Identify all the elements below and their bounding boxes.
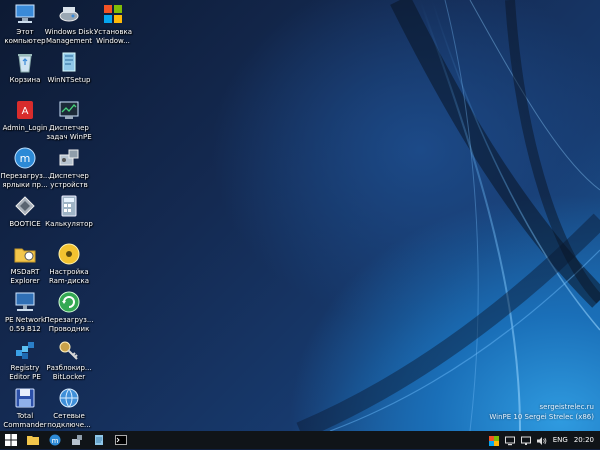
calculator-icon — [57, 194, 81, 218]
total-commander-icon — [13, 386, 37, 410]
taskbar: m ENG 20:20 — [0, 431, 600, 449]
taskbar-tools[interactable] — [66, 431, 88, 449]
desktop-icon-device-manager[interactable]: Диспетчер устройств — [44, 146, 94, 189]
desktop-icon-pe-network[interactable]: PE Network 0.59.B12 — [0, 290, 50, 333]
icon-label: Диспетчер устройств — [49, 172, 89, 189]
bitlocker-unlock-icon — [57, 338, 81, 362]
desktop-icon-ramdisk[interactable]: Настройка Ram-диска — [44, 242, 94, 285]
watermark-build: WinPE 10 Sergei Strelec (x86) — [489, 413, 594, 421]
desktop-icon-total-commander[interactable]: Total Commander — [0, 386, 50, 429]
icon-label: Перезагруз... ярлыки пр... — [0, 172, 50, 189]
taskbar-file-explorer[interactable] — [22, 431, 44, 449]
winntsetup-icon — [57, 50, 81, 74]
icon-label: Разблокир... BitLocker — [46, 364, 92, 381]
taskbar-reload-app[interactable]: m — [44, 431, 66, 449]
icon-label: Windows Disk Management — [44, 28, 94, 45]
device-manager-icon — [57, 146, 81, 170]
disk-management-icon — [57, 2, 81, 26]
file-explorer-icon — [27, 431, 39, 450]
restart-explorer-icon — [57, 290, 81, 314]
msdart-explorer-icon — [13, 242, 37, 266]
recycle-bin-icon — [13, 50, 37, 74]
reload-shortcuts-icon: m — [13, 146, 37, 170]
desktop-icon-registry-editor[interactable]: Registry Editor PE — [0, 338, 50, 381]
tray-color-app[interactable] — [486, 431, 502, 449]
icon-label: PE Network 0.59.B12 — [4, 316, 46, 333]
os-watermark: sergeistrelec.ru WinPE 10 Sergei Strelec… — [489, 402, 594, 422]
color-app-icon — [488, 431, 499, 450]
tools-icon — [71, 431, 83, 450]
task-manager-icon — [57, 98, 81, 122]
bootice-icon — [13, 194, 37, 218]
desktop-icon-disk-management[interactable]: Windows Disk Management — [44, 2, 94, 45]
svg-text:m: m — [20, 152, 31, 165]
reload-app-icon: m — [49, 431, 61, 450]
tray-monitor[interactable] — [502, 431, 518, 449]
desktop-icon-restart-explorer[interactable]: Перезагруз... Проводник — [44, 290, 94, 333]
icon-label: Установка Window... — [94, 28, 132, 45]
icon-label: WinNTSetup — [47, 76, 91, 84]
icon-label: Total Commander — [3, 412, 47, 429]
desktop-icon-windows-setup[interactable]: Установка Window... — [88, 2, 138, 45]
monitor-icon — [504, 431, 515, 450]
system-tray: ENG 20:20 — [486, 431, 600, 449]
desktop-icon-task-manager[interactable]: Диспетчер задач WinPE — [44, 98, 94, 141]
desktop-icon-bitlocker[interactable]: Разблокир... BitLocker — [44, 338, 94, 381]
notepad-icon — [93, 431, 105, 450]
svg-text:m: m — [52, 437, 59, 445]
icon-label: Диспетчер задач WinPE — [46, 124, 92, 141]
desktop-icon-admin-login[interactable]: A Admin_Login — [0, 98, 50, 133]
ramdisk-icon — [57, 242, 81, 266]
command-prompt-icon — [115, 431, 127, 450]
icon-label: BOOTICE — [9, 220, 41, 228]
desktop-icon-msdart-explorer[interactable]: MSDaRT Explorer — [0, 242, 50, 285]
desktop: Этот компьютер Корзина A Admin_Login m П… — [0, 0, 600, 431]
desktop-icon-calculator[interactable]: Калькулятор — [44, 194, 94, 229]
icon-label: MSDaRT Explorer — [10, 268, 40, 285]
icon-label: Admin_Login — [2, 124, 48, 132]
desktop-icon-this-computer[interactable]: Этот компьютер — [0, 2, 50, 45]
start-windows-icon — [5, 431, 17, 450]
tray-network[interactable] — [518, 431, 534, 449]
tray-volume[interactable] — [534, 431, 550, 449]
taskbar-command-prompt[interactable] — [110, 431, 132, 449]
language-indicator[interactable]: ENG — [550, 431, 571, 449]
desktop-icon-network-connections[interactable]: Сетевые подключе... — [44, 386, 94, 429]
network-tray-icon — [520, 431, 531, 450]
icon-label: Этот компьютер — [4, 28, 46, 45]
admin-login-icon: A — [13, 98, 37, 122]
start-button[interactable] — [0, 431, 22, 449]
icon-label: Registry Editor PE — [9, 364, 41, 381]
volume-icon — [536, 431, 547, 450]
desktop-icon-winntsetup[interactable]: WinNTSetup — [44, 50, 94, 85]
registry-editor-icon — [13, 338, 37, 362]
icon-label: Калькулятор — [45, 220, 93, 228]
desktop-icon-bootice[interactable]: BOOTICE — [0, 194, 50, 229]
network-connections-icon — [57, 386, 81, 410]
watermark-site: sergeistrelec.ru — [539, 403, 594, 411]
desktop-icon-recycle-bin[interactable]: Корзина — [0, 50, 50, 85]
pe-network-icon — [13, 290, 37, 314]
desktop-icon-reload-shortcuts[interactable]: m Перезагруз... ярлыки пр... — [0, 146, 50, 189]
windows-setup-icon — [101, 2, 125, 26]
taskbar-notepad[interactable] — [88, 431, 110, 449]
svg-text:A: A — [22, 106, 29, 117]
icon-label: Перезагруз... Проводник — [44, 316, 94, 333]
icon-label: Сетевые подключе... — [47, 412, 91, 429]
clock[interactable]: 20:20 — [571, 431, 600, 449]
icon-label: Настройка Ram-диска — [48, 268, 90, 285]
icon-label: Корзина — [9, 76, 41, 84]
computer-icon — [13, 2, 37, 26]
